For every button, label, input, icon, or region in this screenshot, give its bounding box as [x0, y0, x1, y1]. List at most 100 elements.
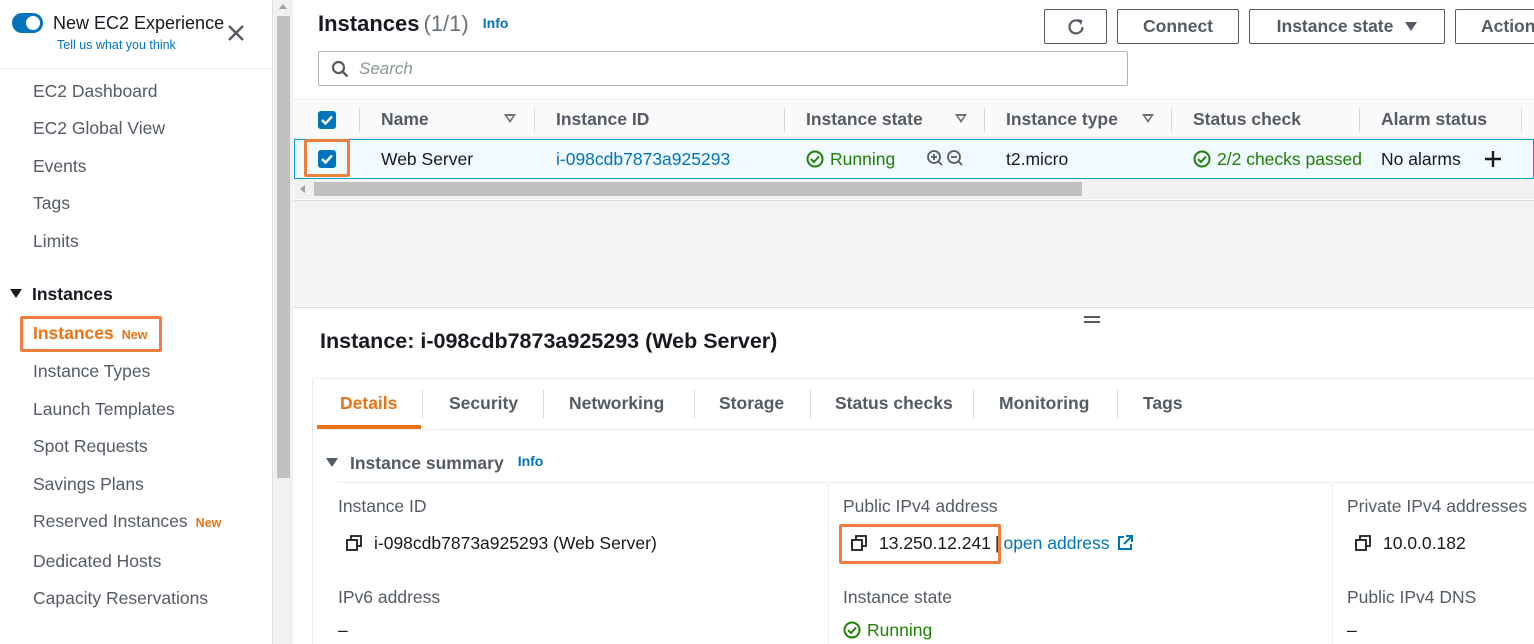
copy-icon[interactable] [346, 535, 362, 551]
private-ipv4-label: Private IPv4 addresses [1347, 496, 1527, 516]
instance-summary-header[interactable]: Instance summary Info [326, 453, 543, 474]
new-experience-toggle-row: New EC2 Experience Tell us what you thin… [12, 10, 262, 58]
column-divider [828, 483, 829, 644]
zoom-in-out-icon[interactable] [926, 149, 966, 169]
search-icon [331, 60, 349, 78]
sidebar-item-ec2-global-view[interactable]: EC2 Global View [33, 118, 165, 139]
summary-info-link[interactable]: Info [518, 453, 544, 469]
table-horizontal-scrollbar[interactable] [294, 179, 1534, 199]
tab-networking[interactable]: Networking [569, 393, 664, 414]
column-separator [359, 108, 360, 132]
info-link[interactable]: Info [483, 15, 509, 31]
column-header-instance-state[interactable]: Instance state [806, 109, 923, 130]
sidebar-item-reserved-instances[interactable]: Reserved Instances New [33, 511, 221, 532]
actions-dropdown[interactable]: Actions [1455, 9, 1534, 44]
column-header-instance-id[interactable]: Instance ID [556, 109, 649, 130]
split-panel-drag-handle-icon[interactable] [1084, 314, 1100, 324]
public-ip-highlight [839, 524, 1001, 564]
tab-separator [422, 390, 423, 418]
cell-status-check[interactable]: 2/2 checks passed [1193, 149, 1362, 170]
tab-tags[interactable]: Tags [1143, 393, 1183, 414]
tab-separator [810, 390, 811, 418]
sort-icon[interactable] [504, 114, 516, 123]
sidebar-divider [0, 68, 272, 69]
split-panel-gap [294, 200, 1534, 308]
close-icon[interactable] [225, 22, 247, 44]
column-header-status-check[interactable]: Status check [1193, 109, 1301, 130]
column-header-name[interactable]: Name [381, 109, 429, 130]
column-divider [1332, 483, 1333, 644]
sidebar-item-instance-types[interactable]: Instance Types [33, 361, 150, 382]
sidebar-item-label: Instances [33, 323, 114, 343]
column-header-alarm-status[interactable]: Alarm status [1381, 109, 1487, 130]
tab-separator [1117, 390, 1118, 418]
open-address-link[interactable]: open address [1003, 533, 1109, 553]
sidebar-item-spot-requests[interactable]: Spot Requests [33, 436, 148, 457]
active-tab-underline [317, 425, 421, 429]
column-separator [1521, 108, 1522, 132]
instance-state-dropdown-label: Instance state [1276, 16, 1394, 36]
tab-security[interactable]: Security [449, 393, 518, 414]
feedback-link[interactable]: Tell us what you think [57, 38, 176, 52]
instance-id-text: i-098cdb7873a925293 (Web Server) [374, 533, 657, 553]
tab-storage[interactable]: Storage [719, 393, 784, 414]
sidebar-item-label: Reserved Instances [33, 511, 188, 531]
sidebar-item-instances[interactable]: Instances New [33, 323, 147, 344]
sidebar-item-events[interactable]: Events [33, 156, 87, 177]
instance-state-dropdown[interactable]: Instance state [1249, 9, 1445, 44]
sidebar-section-instances[interactable]: Instances [10, 284, 113, 305]
add-alarm-plus-icon[interactable] [1482, 148, 1504, 170]
instance-summary-label: Instance summary [350, 453, 504, 473]
column-separator [534, 108, 535, 132]
detail-panel-title: Instance: i-098cdb7873a925293 (Web Serve… [320, 329, 778, 353]
sidebar-scrollbar[interactable] [272, 0, 293, 644]
sidebar-item-tags[interactable]: Tags [33, 193, 70, 214]
horizontal-scrollbar-thumb[interactable] [314, 182, 1082, 196]
sidebar-item-launch-templates[interactable]: Launch Templates [33, 399, 175, 420]
sort-icon[interactable] [1142, 114, 1154, 123]
expand-triangle-icon [10, 289, 22, 298]
tab-separator [694, 390, 695, 418]
external-link-icon[interactable] [1116, 534, 1134, 552]
tab-separator [973, 390, 974, 418]
cell-alarm-status: No alarms [1381, 149, 1461, 169]
cell-name: Web Server [381, 149, 474, 169]
summary-divider [338, 482, 1534, 483]
success-check-icon [843, 621, 861, 639]
page-title-text: Instances [318, 11, 420, 36]
sidebar-item-capacity-reservations[interactable]: Capacity Reservations [33, 588, 208, 609]
refresh-button[interactable] [1044, 9, 1107, 44]
instance-state-value: Running [843, 620, 932, 641]
tab-monitoring[interactable]: Monitoring [999, 393, 1089, 414]
refresh-icon [1067, 18, 1084, 35]
search-box[interactable] [318, 51, 1128, 86]
sidebar-item-limits[interactable]: Limits [33, 231, 79, 252]
sidebar-item-dedicated-hosts[interactable]: Dedicated Hosts [33, 551, 161, 572]
sidebar-section-label: Instances [32, 284, 113, 304]
instance-id-link[interactable]: i-098cdb7873a925293 [556, 149, 730, 170]
main-content: Instances (1/1) Info Connect Instance stat… [294, 0, 1534, 644]
scroll-up-arrow-icon[interactable] [279, 4, 287, 9]
search-input[interactable] [359, 58, 1099, 80]
table-row[interactable]: Web Server i-098cdb7873a925293 Running t… [294, 139, 1534, 179]
sidebar: New EC2 Experience Tell us what you thin… [0, 0, 272, 644]
copy-icon[interactable] [1355, 535, 1371, 551]
success-check-icon [806, 150, 824, 168]
sidebar-item-savings-plans[interactable]: Savings Plans [33, 474, 144, 495]
column-header-instance-type[interactable]: Instance type [1006, 109, 1118, 130]
sidebar-scrollbar-thumb[interactable] [277, 16, 290, 478]
select-all-checkbox[interactable] [318, 111, 336, 129]
connect-button[interactable]: Connect [1117, 9, 1239, 44]
new-experience-toggle[interactable] [12, 13, 43, 33]
tab-details[interactable]: Details [340, 393, 397, 414]
instance-id-label: Instance ID [338, 496, 427, 516]
ipv6-value: – [338, 620, 348, 640]
sidebar-item-ec2-dashboard[interactable]: EC2 Dashboard [33, 81, 158, 102]
cell-instance-type: t2.micro [1006, 149, 1069, 169]
instance-state-label: Instance state [843, 587, 952, 607]
private-ipv4-text: 10.0.0.182 [1383, 533, 1466, 553]
tab-status-checks[interactable]: Status checks [835, 393, 953, 414]
sort-icon[interactable] [955, 114, 967, 123]
selection-count: (1/1) [423, 11, 469, 36]
scroll-left-arrow-icon[interactable] [300, 185, 305, 193]
